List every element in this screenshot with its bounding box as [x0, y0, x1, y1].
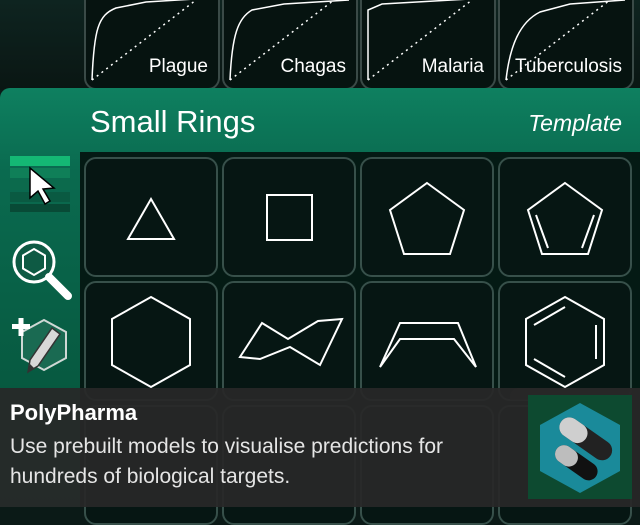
panel-title: Small Rings — [90, 104, 256, 139]
select-tool-button[interactable] — [8, 154, 72, 219]
select-tool-icon — [10, 156, 70, 212]
template-benzene[interactable] — [498, 281, 632, 401]
search-tool-button[interactable] — [8, 236, 72, 305]
pentagon-ring-icon — [388, 181, 466, 255]
model-tile-malaria[interactable]: Malaria — [360, 0, 496, 90]
model-tile-chagas[interactable]: Chagas — [222, 0, 358, 90]
search-tool-icon — [12, 240, 72, 300]
model-label: Chagas — [280, 56, 347, 77]
pills-icon — [540, 403, 620, 493]
template-pentagon[interactable] — [360, 157, 494, 277]
square-ring-icon — [266, 194, 313, 241]
chair-ring-icon — [238, 317, 344, 367]
template-square[interactable] — [222, 157, 356, 277]
model-label: Malaria — [421, 56, 484, 77]
edit-tool-button[interactable] — [8, 314, 72, 383]
template-cyclohexane-chair[interactable] — [222, 281, 356, 401]
notification-title: PolyPharma — [10, 400, 138, 425]
template-mode-label[interactable]: Template — [528, 110, 622, 137]
model-label: Tuberculosis — [514, 56, 622, 77]
template-cyclohexane-boat[interactable] — [360, 281, 494, 401]
notification-description: Use prebuilt models to visualise predict… — [10, 435, 444, 488]
benzene-ring-icon — [525, 295, 605, 389]
template-triangle[interactable] — [84, 157, 218, 277]
hexagon-ring-icon — [111, 295, 191, 389]
boat-ring-icon — [379, 322, 477, 368]
model-label: Plague — [148, 56, 208, 77]
edit-tool-icon — [12, 318, 67, 374]
triangle-ring-icon — [126, 196, 176, 240]
template-cyclopentadiene[interactable] — [498, 157, 632, 277]
polypharma-app-icon[interactable] — [528, 395, 632, 499]
model-tile-plague[interactable]: Plague — [84, 0, 220, 90]
model-tile-tuberculosis[interactable]: Tuberculosis — [498, 0, 634, 90]
template-hexagon[interactable] — [84, 281, 218, 401]
cyclopentadiene-ring-icon — [526, 181, 604, 255]
